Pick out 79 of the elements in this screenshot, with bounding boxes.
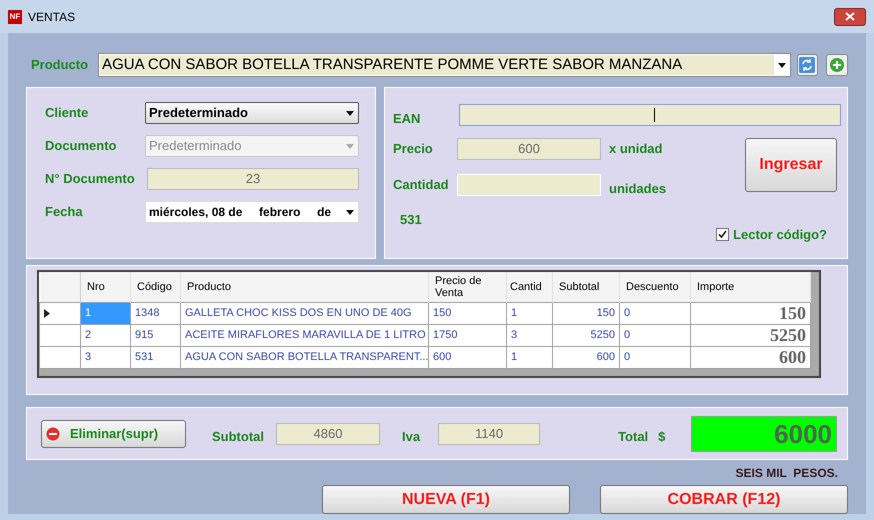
text-cursor [654, 108, 655, 122]
table-cell: 915 [130, 324, 180, 346]
table-cell: 0 [620, 302, 690, 324]
table-cell: 1750 [428, 324, 506, 346]
refresh-icon [799, 57, 816, 73]
column-header[interactable]: Importe [690, 272, 810, 302]
iva-field: 1140 [438, 422, 540, 444]
field-label: Subtotal [212, 428, 264, 446]
check-icon [718, 230, 728, 240]
amount-in-words: SEIS MIL PESOS. [736, 465, 838, 482]
total-display: 6000 [691, 416, 837, 452]
caret-icon [346, 144, 354, 148]
table-cell: 3 [506, 324, 552, 346]
table-cell: AGUA CON SABOR BOTELLA TRANSPARENT... [180, 346, 428, 368]
table-cell: 600 [552, 346, 620, 368]
column-header[interactable]: Cantid [506, 272, 552, 302]
document-number-field[interactable]: 23 [147, 168, 359, 190]
price-field[interactable]: 600 [457, 138, 601, 160]
column-header[interactable]: Precio de Venta [428, 272, 506, 302]
checkbox[interactable] [716, 228, 730, 242]
subtotal-field: 4860 [276, 422, 380, 444]
date-picker[interactable]: miércoles, 08 de febrero de [145, 201, 359, 223]
field-label: EAN [393, 110, 422, 128]
table-cell: 1 [506, 302, 552, 324]
field-label: Documento [45, 137, 118, 156]
table-cell: 600 [428, 346, 506, 368]
field-label: Cliente [45, 104, 90, 122]
field-label: Fecha [45, 203, 84, 222]
caret-icon [778, 62, 786, 68]
column-header[interactable]: Descuento [620, 272, 690, 302]
table-cell: 1 [506, 346, 552, 368]
window-title: VENTAS [28, 8, 76, 26]
quantity-field[interactable] [457, 174, 601, 196]
table-cell: 150 [428, 302, 506, 324]
close-icon [845, 12, 855, 21]
unit-label: unidades [609, 180, 666, 198]
table-cell: GALLETA CHOC KISS DOS EN UNO DE 40G [180, 302, 428, 324]
unit-label: x unidad [609, 140, 662, 158]
field-label: Iva [402, 428, 420, 446]
table-cell: 2 [80, 324, 130, 346]
close-button[interactable] [834, 8, 866, 26]
dropdown[interactable]: Predeterminado [145, 102, 359, 124]
product-code: 531 [400, 211, 423, 229]
app-logo-icon: NF [8, 10, 22, 24]
caret-icon [346, 210, 354, 214]
refresh-button[interactable] [796, 54, 818, 76]
table-cell: 1348 [130, 302, 180, 324]
combo-value: AGUA CON SABOR BOTELLA TRANSPARENTE POMME VERTE SABOR MANZANA [100, 55, 774, 75]
table-cell: 1 [80, 302, 130, 324]
field-label: Cantidad [393, 176, 450, 194]
table-cell: 0 [620, 346, 690, 368]
field-label: Precio [393, 140, 434, 158]
field-label: N° Documento [45, 170, 136, 188]
currency-label: $ [658, 428, 666, 446]
field-label: Total [618, 428, 648, 446]
table-cell: 0 [620, 324, 690, 346]
column-header[interactable]: Producto [180, 272, 428, 302]
plus-icon [829, 57, 846, 73]
add-button[interactable] [826, 54, 848, 76]
eliminar-button[interactable]: Eliminar(supr) [41, 420, 186, 448]
field-label: Producto [31, 56, 90, 74]
product-combo[interactable]: AGUA CON SABOR BOTELLA TRANSPARENTE POMME VERTE SABOR MANZANA [98, 53, 791, 77]
table-cell: 150 [690, 302, 810, 324]
table-cell: 5250 [690, 324, 810, 346]
column-header[interactable]: Código [130, 272, 180, 302]
table-cell: 3 [80, 346, 130, 368]
table-cell: ACEITE MIRAFLORES MARAVILLA DE 1 LITRO [180, 324, 428, 346]
minus-circle-icon [46, 426, 60, 440]
table-cell: 600 [690, 346, 810, 368]
table-cell: 531 [130, 346, 180, 368]
checkbox-label: Lector código? [733, 226, 827, 244]
column-header[interactable]: Subtotal [552, 272, 620, 302]
row-header[interactable] [40, 302, 80, 324]
caret-icon [346, 110, 354, 116]
row-pointer-icon [44, 308, 50, 318]
table-cell: 5250 [552, 324, 620, 346]
ean-field[interactable] [459, 104, 841, 126]
column-header[interactable]: Nro [80, 272, 130, 302]
table-cell: 150 [552, 302, 620, 324]
